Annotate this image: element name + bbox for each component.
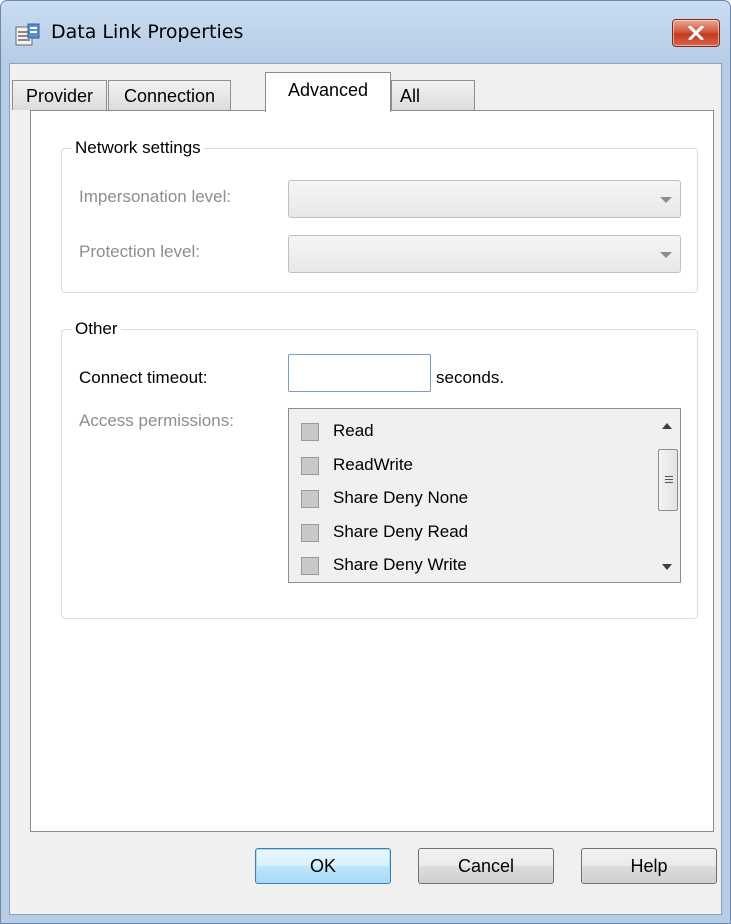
impersonation-level-select[interactable] (288, 180, 681, 218)
checkbox[interactable] (301, 524, 319, 542)
ok-button[interactable]: OK (255, 848, 391, 884)
scroll-up-arrow-icon[interactable] (662, 423, 672, 429)
protection-level-label: Protection level: (79, 242, 200, 261)
close-button[interactable] (672, 19, 720, 47)
help-button[interactable]: Help (581, 848, 717, 884)
vertical-scrollbar[interactable] (656, 409, 680, 582)
other-legend: Other (72, 319, 121, 339)
tab-connection[interactable]: Connection (108, 80, 231, 110)
window-title: Data Link Properties (51, 21, 244, 43)
chevron-down-icon (660, 252, 672, 258)
tab-advanced[interactable]: Advanced (265, 72, 391, 112)
scrollbar-thumb[interactable] (658, 449, 678, 511)
network-settings-legend: Network settings (72, 138, 204, 158)
impersonation-level-label: Impersonation level: (79, 187, 232, 206)
grip-line (665, 479, 673, 480)
grip-line (665, 482, 673, 483)
access-permissions-label: Access permissions: (79, 411, 234, 430)
connect-timeout-input[interactable] (288, 354, 431, 392)
dialog-client-area: Provider Connection Advanced All Network… (9, 63, 722, 915)
tab-provider[interactable]: Provider (12, 80, 107, 110)
checkbox[interactable] (301, 423, 319, 441)
checkbox[interactable] (301, 490, 319, 508)
chevron-down-icon (660, 197, 672, 203)
tab-all[interactable]: All (391, 80, 475, 110)
seconds-unit-label: seconds. (436, 368, 505, 387)
cancel-button[interactable]: Cancel (418, 848, 554, 884)
dialog-window: Data Link Properties Provider Connection… (0, 0, 731, 924)
data-link-icon (15, 23, 41, 47)
advanced-tab-panel: Network settings Impersonation level: Pr… (30, 110, 714, 832)
checkbox[interactable] (301, 557, 319, 575)
scroll-down-arrow-icon[interactable] (662, 564, 672, 570)
connect-timeout-label: Connect timeout: (79, 368, 208, 387)
access-permissions-list[interactable]: Read ReadWrite Share Deny None Share Den… (288, 408, 681, 583)
title-bar[interactable]: Data Link Properties (1, 1, 730, 63)
close-icon (688, 26, 704, 40)
protection-level-select[interactable] (288, 235, 681, 273)
checkbox[interactable] (301, 457, 319, 475)
grip-line (665, 476, 673, 477)
